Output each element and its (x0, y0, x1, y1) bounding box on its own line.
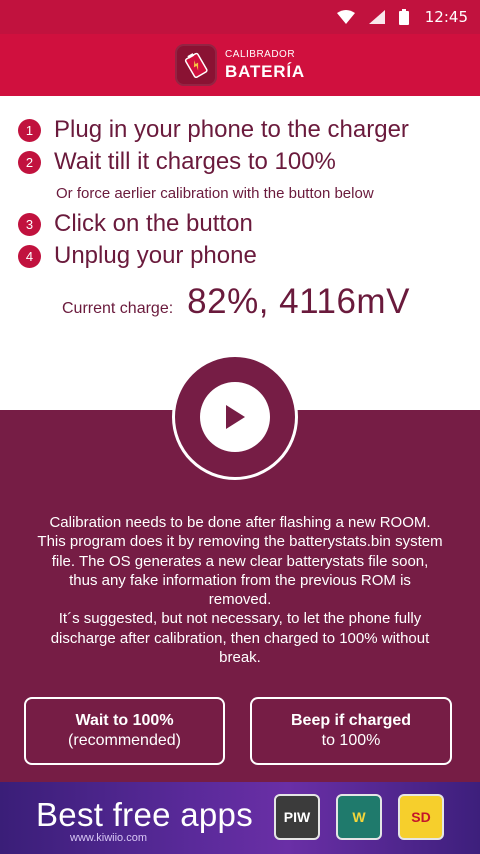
logo-line2: BATERÍA (225, 62, 305, 81)
app-logo-text: CALIBRADOR BATERÍA (225, 49, 305, 81)
step-text: Plug in your phone to the charger (54, 116, 409, 143)
step-2-note: Or force aerlier calibration with the bu… (56, 184, 374, 202)
instruction-steps: 1 Plug in your phone to the charger 2 Wa… (18, 114, 468, 272)
ad-banner[interactable]: Best free apps www.kiwiio.com PIW W SD (0, 782, 480, 854)
step-1: 1 Plug in your phone to the charger (18, 114, 468, 146)
signal-icon (368, 10, 385, 24)
wait-button-line1: Wait to 100% (75, 712, 174, 729)
logo-line1: CALIBRADOR (225, 49, 296, 60)
beep-button-line1: Beep if charged (290, 712, 412, 729)
step-4: 4 Unplug your phone (18, 240, 468, 272)
charge-value: 82%, 4116mV (187, 282, 410, 321)
step-text: Unplug your phone (54, 242, 257, 269)
calibration-info-text: Calibration needs to be done after flash… (36, 513, 444, 667)
charge-label: Current charge: (62, 300, 174, 317)
wait-button-line2: (recommended) (68, 732, 181, 749)
calibrate-play-button[interactable] (172, 354, 298, 480)
play-icon (200, 382, 270, 452)
beep-button-line2: to 100% (321, 732, 381, 749)
current-charge: Current charge: 82%, 4116mV (62, 282, 410, 322)
info-text: Calibration needs to be done after flash… (37, 514, 443, 667)
battery-icon (398, 9, 409, 25)
app-header: CALIBRADOR BATERÍA (0, 34, 480, 96)
ad-subtitle: www.kiwiio.com (70, 832, 148, 844)
wait-to-100-button[interactable]: Wait to 100% (recommended) (24, 697, 225, 765)
status-bar: 12:45 (0, 0, 480, 34)
step-2: 2 Wait till it charges to 100% (18, 146, 468, 178)
wifi-icon (336, 10, 355, 24)
step-3: 3 Click on the button (18, 208, 468, 240)
step-number-badge: 4 (18, 244, 41, 268)
step-text: Wait till it charges to 100% (54, 148, 336, 175)
ad-title: Best free apps (36, 796, 253, 833)
step-number-badge: 3 (18, 212, 41, 236)
ad-app-icon-piw[interactable]: PIW (274, 794, 320, 840)
battery-logo-icon (175, 44, 218, 86)
ad-app-icon-w[interactable]: W (336, 794, 382, 840)
step-number-badge: 2 (18, 150, 41, 174)
step-text: Click on the button (54, 210, 253, 237)
beep-if-charged-button[interactable]: Beep if charged to 100% (250, 697, 452, 765)
ad-app-icon-sd[interactable]: SD (398, 794, 444, 840)
status-time: 12:45 (424, 8, 468, 26)
step-number-badge: 1 (18, 118, 41, 142)
